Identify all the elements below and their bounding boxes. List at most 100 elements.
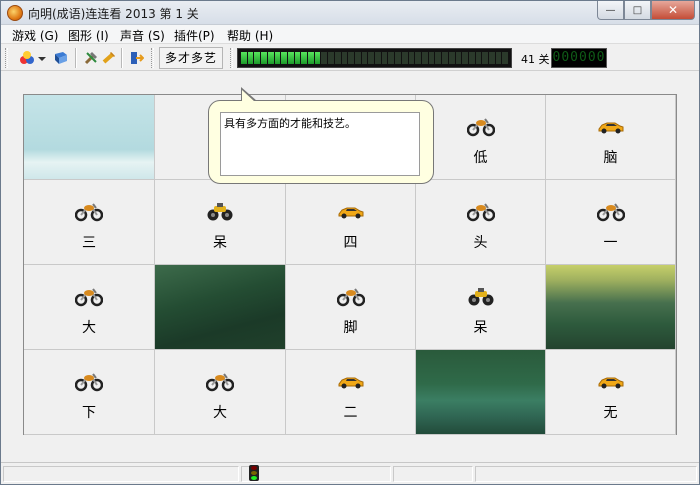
time-progress-bar xyxy=(237,48,512,68)
progress-segment xyxy=(301,52,308,64)
tools-icon[interactable] xyxy=(83,50,99,66)
progress-segment xyxy=(328,52,334,64)
chopper-icon xyxy=(336,285,365,307)
idiom-explanation: 具有多方面的才能和技艺。 xyxy=(220,112,420,176)
tile-character: 一 xyxy=(603,235,618,251)
cleared-cell-background xyxy=(24,95,155,180)
progress-segment xyxy=(281,52,287,64)
level-label: 41 关 xyxy=(521,53,550,66)
board-tile[interactable]: 一 xyxy=(546,180,676,265)
menu-help[interactable]: 帮助 (H) xyxy=(227,27,273,44)
chopper-icon xyxy=(466,115,495,137)
tile-character: 三 xyxy=(82,235,96,251)
status-pane xyxy=(393,466,473,482)
chopper-icon xyxy=(74,370,104,392)
atv-icon xyxy=(467,285,495,307)
status-pane xyxy=(3,466,239,482)
progress-segment xyxy=(267,52,274,64)
window-title: 向明(成语)连连看 2013 第 1 关 xyxy=(28,7,199,21)
progress-segment xyxy=(475,52,482,64)
sportscar-icon xyxy=(337,200,365,222)
toolbar-grip[interactable] xyxy=(151,48,154,68)
app-icon[interactable] xyxy=(7,5,23,21)
board-tile[interactable]: 大 xyxy=(24,265,155,350)
progress-segment xyxy=(341,52,348,64)
board-tile[interactable]: 二 xyxy=(286,350,416,435)
theme-icon[interactable] xyxy=(19,50,35,66)
window-controls: — □ ✕ xyxy=(597,1,695,20)
progress-segment xyxy=(482,52,489,64)
book-icon[interactable] xyxy=(53,50,69,66)
atv-icon xyxy=(206,200,234,222)
toolbar-separator xyxy=(75,48,77,68)
toolbar: 多才多艺 41 关 000000 xyxy=(1,43,699,71)
progress-segment xyxy=(435,52,442,64)
board-tile[interactable]: 呆 xyxy=(155,180,286,265)
tile-character: 低 xyxy=(473,150,488,166)
menu-sound[interactable]: 声音 (S) xyxy=(120,27,165,44)
progress-segment xyxy=(375,52,381,64)
title-bar[interactable]: 向明(成语)连连看 2013 第 1 关 — □ ✕ xyxy=(1,1,699,25)
chopper-icon xyxy=(74,285,104,307)
cleared-cell-background xyxy=(416,350,546,435)
hint-button[interactable]: 多才多艺 xyxy=(159,47,223,69)
board-tile[interactable]: 脑 xyxy=(546,95,676,180)
minimize-button[interactable]: — xyxy=(597,1,624,20)
board-tile[interactable]: 下 xyxy=(24,350,155,435)
menu-game[interactable]: 游戏 (G) xyxy=(12,27,58,44)
cleared-cell-background xyxy=(155,265,286,350)
menu-graphics[interactable]: 图形 (I) xyxy=(68,27,109,44)
progress-segment xyxy=(462,52,468,64)
progress-segment xyxy=(274,52,281,64)
dropdown-arrow-icon[interactable] xyxy=(37,50,47,66)
board-tile[interactable]: 脚 xyxy=(286,265,416,350)
traffic-light-icon xyxy=(249,465,259,481)
board-tile[interactable]: 低 xyxy=(416,95,546,180)
tile-character: 四 xyxy=(343,235,358,251)
progress-segment xyxy=(354,52,361,64)
sportscar-icon xyxy=(597,370,625,392)
tile-character: 无 xyxy=(603,405,618,421)
progress-segment xyxy=(321,52,328,64)
board-tile[interactable]: 呆 xyxy=(416,265,546,350)
chopper-icon xyxy=(596,200,625,222)
progress-segment xyxy=(254,52,261,64)
tile-character: 呆 xyxy=(473,320,488,336)
progress-segment xyxy=(388,52,395,64)
board-tile[interactable]: 三 xyxy=(24,180,155,265)
hammer-icon[interactable] xyxy=(101,50,117,66)
progress-segment xyxy=(468,52,475,64)
board-tile[interactable]: 无 xyxy=(546,350,676,435)
chopper-icon xyxy=(205,370,235,392)
chopper-icon xyxy=(466,200,495,222)
exit-icon[interactable] xyxy=(128,50,144,66)
progress-segment xyxy=(401,52,408,64)
toolbar-grip[interactable] xyxy=(230,48,233,68)
toolbar-grip[interactable] xyxy=(5,48,8,68)
close-button[interactable]: ✕ xyxy=(651,1,695,20)
progress-segment xyxy=(294,52,301,64)
progress-segment xyxy=(495,52,502,64)
status-pane xyxy=(241,466,391,482)
progress-segment xyxy=(428,52,435,64)
progress-segment xyxy=(442,52,448,64)
progress-segment xyxy=(395,52,401,64)
board-tile[interactable]: 大 xyxy=(155,350,286,435)
tile-character: 脚 xyxy=(343,320,358,336)
tile-character: 二 xyxy=(343,405,358,421)
menu-plugins[interactable]: 插件(P) xyxy=(174,27,215,44)
progress-segment xyxy=(287,52,294,64)
progress-segment xyxy=(241,52,247,64)
cleared-cell-background xyxy=(546,265,676,350)
board-tile[interactable]: 四 xyxy=(286,180,416,265)
status-pane xyxy=(475,466,697,482)
progress-segment xyxy=(408,52,415,64)
progress-segment xyxy=(334,52,341,64)
maximize-button[interactable]: □ xyxy=(624,1,651,20)
progress-segment xyxy=(421,52,428,64)
tile-character: 下 xyxy=(82,405,96,421)
tile-character: 大 xyxy=(213,405,227,421)
progress-segment xyxy=(368,52,375,64)
chopper-icon xyxy=(74,200,104,222)
board-tile[interactable]: 头 xyxy=(416,180,546,265)
